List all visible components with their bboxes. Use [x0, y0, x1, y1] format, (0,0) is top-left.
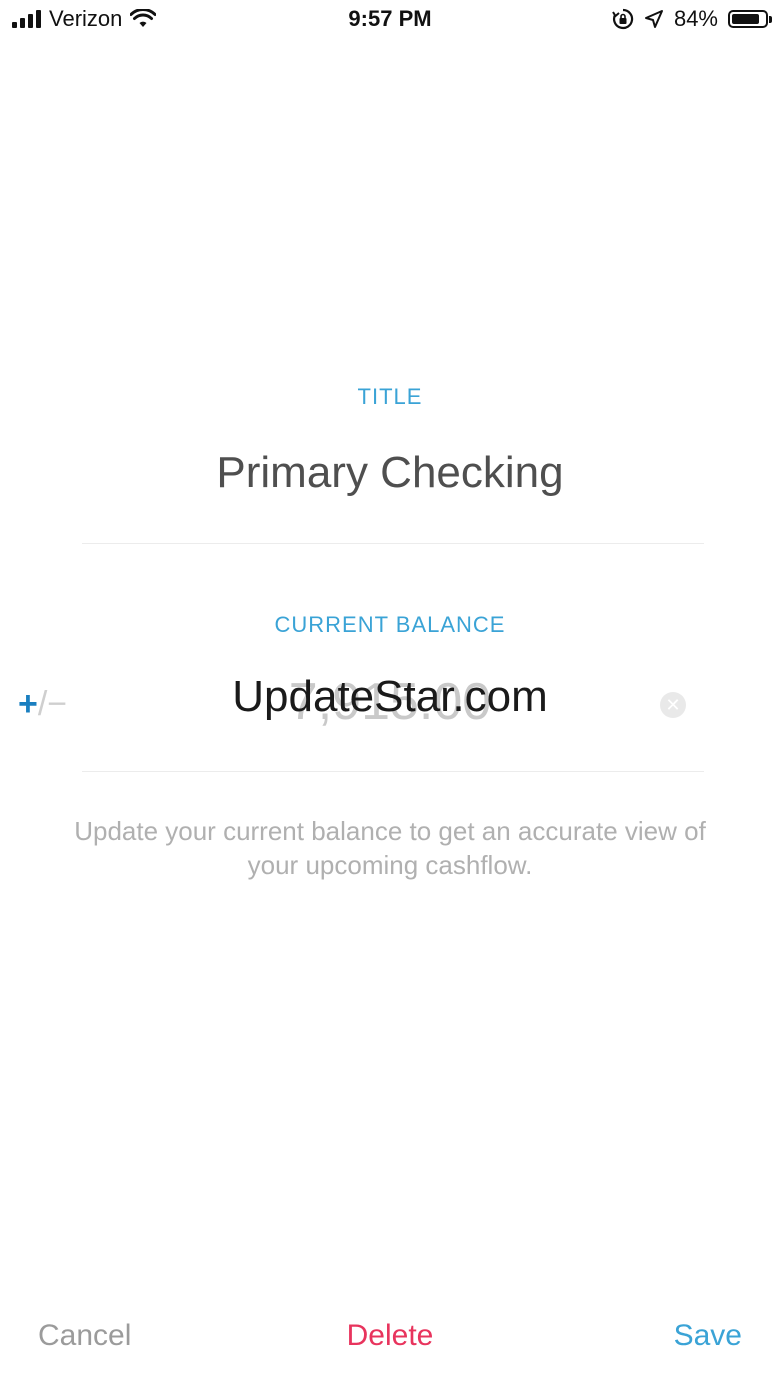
- help-text: Update your current balance to get an ac…: [74, 816, 706, 880]
- status-right: 84%: [612, 6, 772, 32]
- balance-label: CURRENT BALANCE: [274, 612, 506, 637]
- rotation-lock-icon: [612, 8, 634, 30]
- status-bar: Verizon 9:57 PM 84%: [0, 0, 780, 40]
- save-button[interactable]: Save: [674, 1312, 742, 1360]
- battery-percent: 84%: [673, 6, 718, 31]
- battery-fill: [732, 14, 759, 24]
- title-label: TITLE: [357, 384, 423, 409]
- location-icon: [644, 10, 663, 28]
- divider: [82, 771, 704, 772]
- clear-icon[interactable]: ✕: [660, 692, 686, 718]
- delete-button[interactable]: Delete: [0, 1312, 780, 1360]
- divider: [82, 543, 704, 544]
- title-input[interactable]: Primary Checking: [0, 448, 780, 498]
- battery-icon: [728, 10, 772, 28]
- bottom-action-bar: Cancel Delete Save: [0, 1312, 780, 1362]
